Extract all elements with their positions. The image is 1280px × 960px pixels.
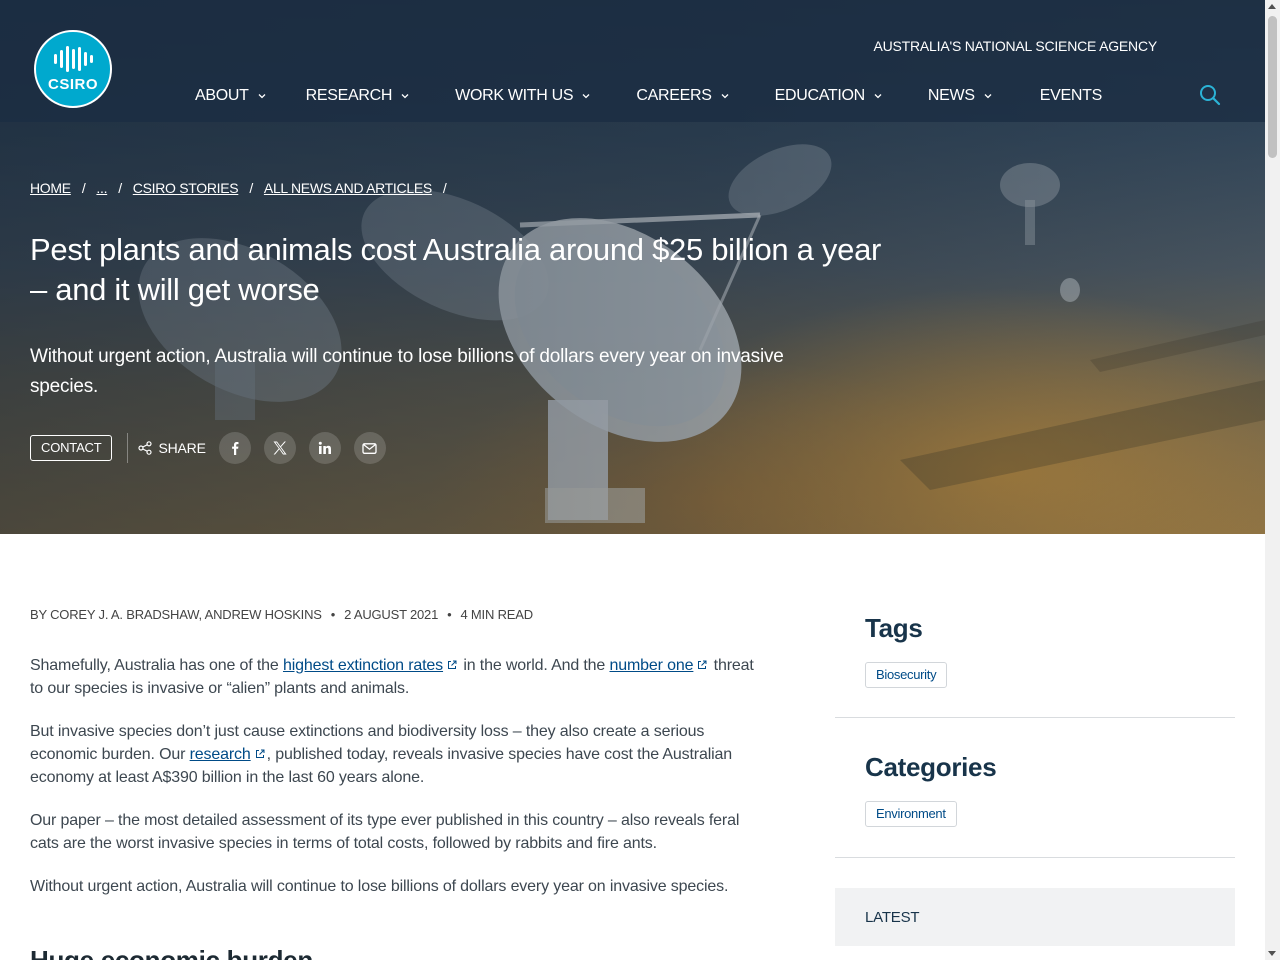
x-share-button[interactable] — [263, 432, 296, 464]
article-paragraph: Without urgent action, Australia will co… — [30, 878, 729, 895]
article-date: 2 AUGUST 2021 — [344, 607, 439, 622]
chevron-down-icon — [874, 94, 882, 99]
chevron-down-icon — [984, 94, 992, 99]
nav-item-about[interactable]: ABOUT — [195, 86, 266, 106]
chevron-down-icon — [258, 94, 266, 99]
article-authors: BY COREY J. A. BRADSHAW, ANDREW HOSKINS — [30, 607, 322, 622]
breadcrumb-home[interactable]: HOME — [30, 180, 71, 196]
logo-mark-icon — [53, 45, 93, 73]
external-link-icon — [698, 660, 707, 669]
divider — [127, 433, 129, 463]
nav-item-education[interactable]: EDUCATION — [775, 86, 882, 106]
external-link-icon — [255, 749, 265, 758]
facebook-icon — [231, 442, 239, 455]
article-meta: BY COREY J. A. BRADSHAW, ANDREW HOSKINS •… — [30, 607, 533, 622]
nav-item-research[interactable]: RESEARCH — [306, 86, 410, 106]
email-share-button[interactable] — [353, 432, 386, 464]
nav-item-label: EDUCATION — [774, 87, 866, 104]
external-link-icon — [448, 660, 457, 669]
linkedin-share-button[interactable] — [308, 432, 341, 464]
share-icon — [138, 441, 153, 455]
breadcrumb-all-news[interactable]: ALL NEWS AND ARTICLES — [264, 180, 432, 196]
research-link[interactable]: research — [190, 746, 251, 763]
nav-item-label: WORK WITH US — [455, 87, 574, 104]
site-header: CSIRO AUSTRALIA'S NATIONAL SCIENCE AGENC… — [0, 0, 1265, 122]
article-paragraph: Shamefully, Australia has one of the hig… — [30, 657, 754, 697]
contact-button[interactable]: CONTACT — [30, 435, 113, 461]
nav-item-work-with-us[interactable]: WORK WITH US — [455, 86, 590, 106]
share-label: SHARE — [138, 440, 206, 456]
latest-label: LATEST — [865, 909, 920, 926]
latest-panel[interactable]: LATEST — [835, 888, 1235, 946]
share-text: SHARE — [158, 440, 206, 456]
article-body: Shamefully, Australia has one of the hig… — [30, 654, 755, 918]
csiro-logo[interactable]: CSIRO — [34, 30, 112, 108]
nav-item-label: RESEARCH — [305, 87, 393, 104]
chevron-down-icon — [721, 94, 729, 99]
breadcrumb-ellipsis[interactable]: ... — [96, 180, 107, 196]
divider — [835, 857, 1235, 858]
categories-heading: Categories — [865, 752, 997, 782]
article-read-time: 4 MIN READ — [460, 607, 533, 622]
page-subtitle: Without urgent action, Australia will co… — [30, 346, 784, 397]
nav-item-careers[interactable]: CAREERS — [636, 86, 729, 106]
page-title: Pest plants and animals cost Australia a… — [30, 232, 882, 307]
scroll-thumb[interactable] — [1268, 16, 1277, 158]
x-icon — [273, 441, 287, 455]
main-nav: ABOUT RESEARCH WORK WITH US CAREERS EDUC… — [195, 86, 1102, 106]
linkedin-icon — [318, 441, 331, 454]
category-environment[interactable]: Environment — [865, 801, 957, 827]
breadcrumb-csiro-stories[interactable]: CSIRO STORIES — [133, 180, 239, 196]
breadcrumb: HOME / ... / CSIRO STORIES / ALL NEWS AND A… — [30, 180, 447, 196]
facebook-share-button[interactable] — [218, 432, 251, 464]
nav-item-label: EVENTS — [1039, 87, 1103, 104]
hero-banner: CSIRO AUSTRALIA'S NATIONAL SCIENCE AGENC… — [0, 0, 1265, 534]
chevron-down-icon — [401, 94, 409, 99]
section-heading: Huge economic burden — [30, 945, 313, 960]
nav-item-news[interactable]: NEWS — [928, 86, 992, 106]
nav-item-label: ABOUT — [195, 87, 249, 104]
hero-actions: CONTACT SHARE — [30, 432, 386, 464]
article-paragraph: But invasive species don’t just cause ex… — [30, 723, 733, 786]
logo-text: CSIRO — [47, 76, 98, 93]
chevron-down-icon — [582, 94, 590, 99]
tags-heading: Tags — [865, 613, 923, 643]
scroll-up-arrow-icon[interactable] — [1268, 4, 1276, 9]
nav-item-events[interactable]: EVENTS — [1039, 86, 1103, 106]
search-icon[interactable] — [1198, 83, 1222, 107]
nav-item-label: CAREERS — [636, 87, 712, 104]
number-one-link[interactable]: number one — [609, 657, 693, 674]
agency-tagline: AUSTRALIA'S NATIONAL SCIENCE AGENCY — [873, 38, 1157, 54]
tag-biosecurity[interactable]: Biosecurity — [865, 662, 948, 688]
highest-extinction-rates-link[interactable]: highest extinction rates — [283, 657, 443, 674]
scroll-down-arrow-icon[interactable] — [1268, 951, 1276, 956]
article-paragraph: Our paper – the most detailed assessment… — [30, 812, 740, 852]
divider — [835, 717, 1235, 718]
nav-item-label: NEWS — [927, 87, 975, 104]
page-scrollbar[interactable] — [1265, 0, 1280, 960]
email-icon — [362, 442, 377, 454]
